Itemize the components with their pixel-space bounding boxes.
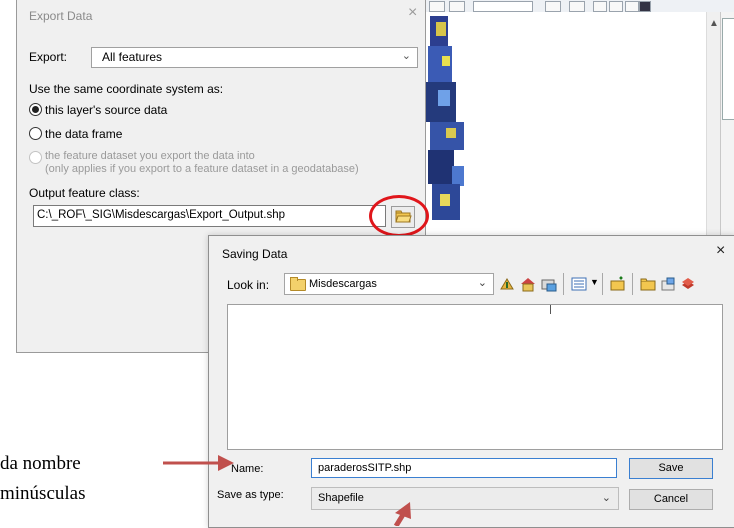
annotation-arrows [163, 455, 411, 526]
arrow-to-save-type [393, 502, 411, 526]
arrow-to-name-field [163, 455, 234, 471]
